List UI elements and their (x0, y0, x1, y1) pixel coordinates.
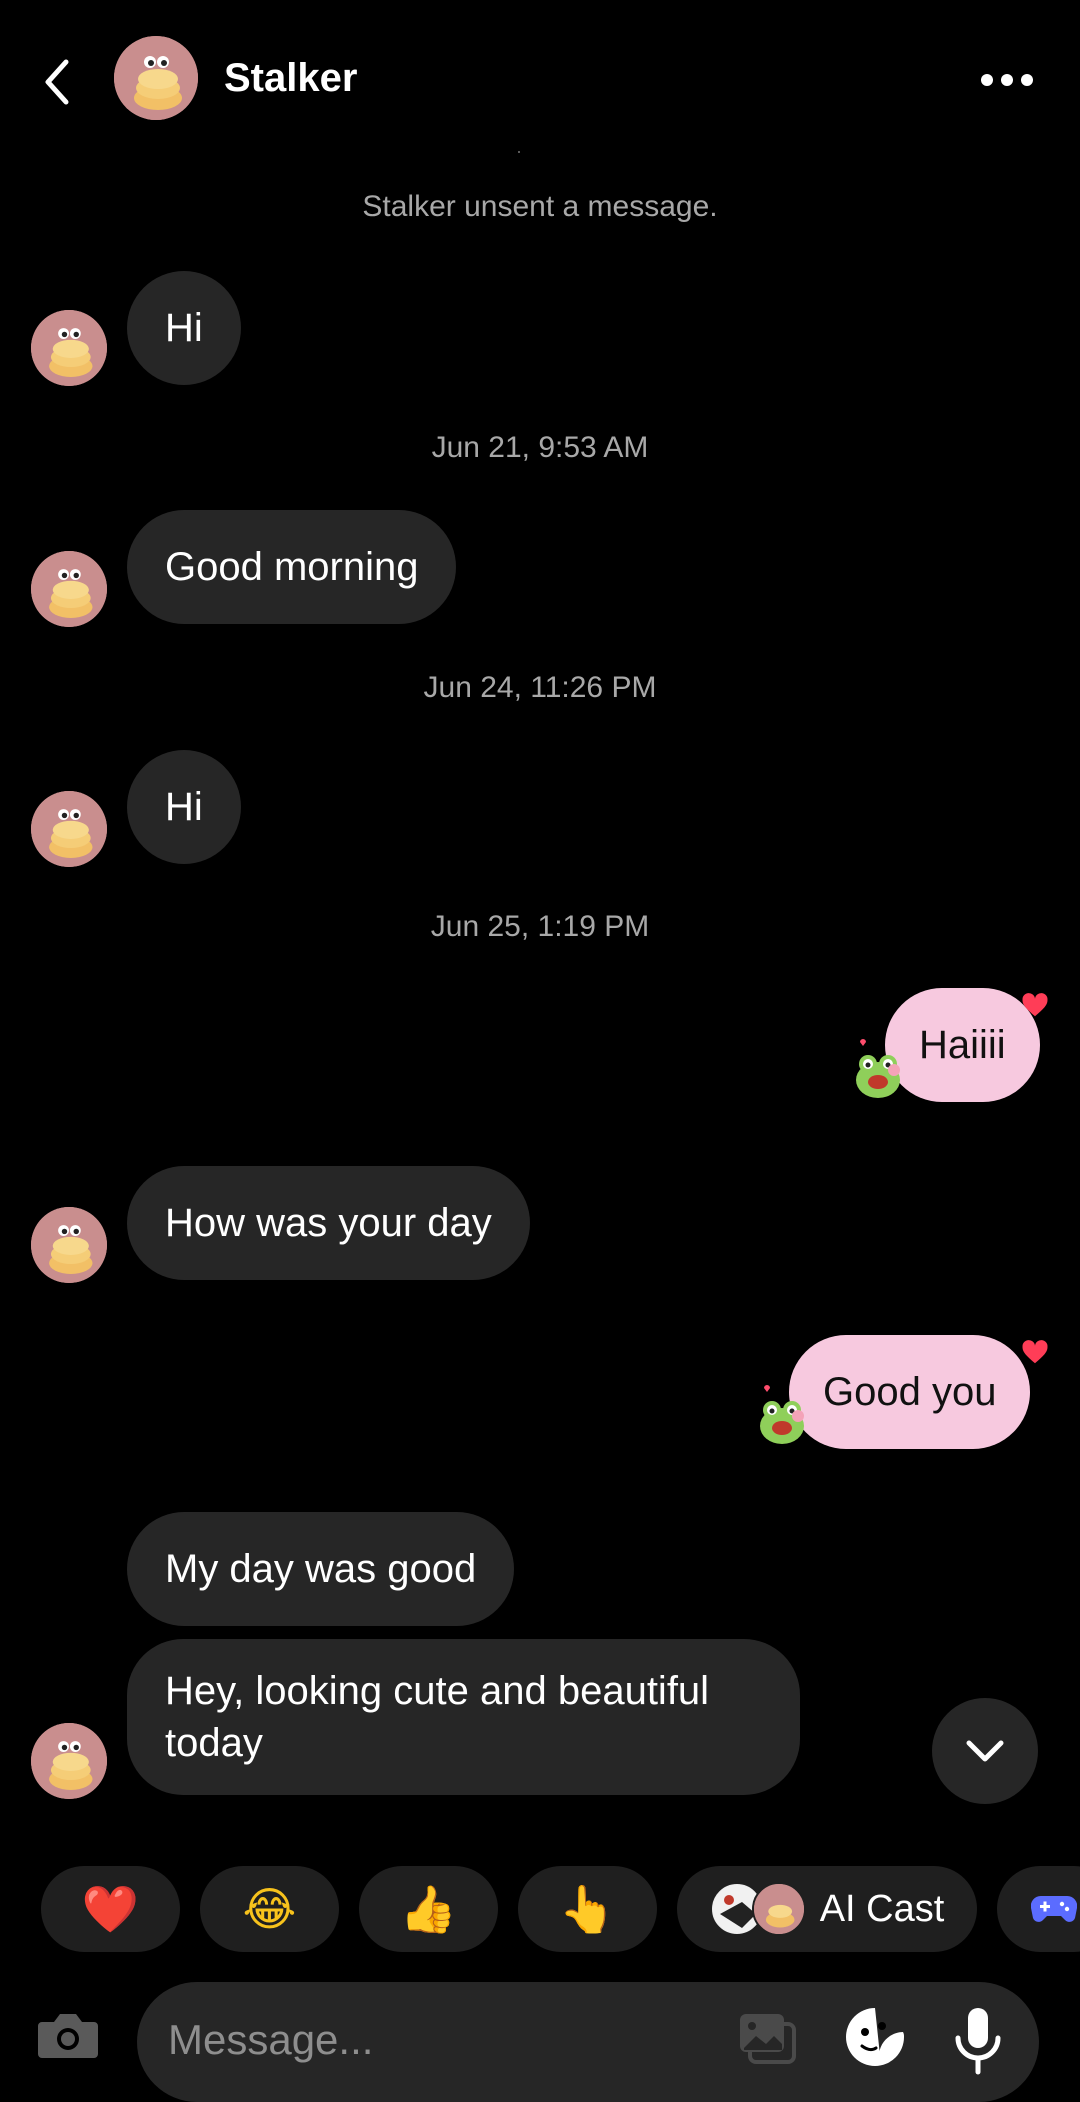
microphone-icon (955, 2008, 1001, 2075)
gallery-icon (740, 2014, 796, 2064)
games-button[interactable] (997, 1866, 1080, 1952)
game-controller-icon (1031, 1895, 1077, 1922)
pancake-avatar-icon (31, 791, 107, 867)
contact-name[interactable]: Stalker (224, 56, 357, 101)
message-bubble-incoming[interactable]: How was your day (127, 1166, 530, 1280)
message-bubble-incoming[interactable]: Hey, looking cute and beautiful today (127, 1639, 800, 1795)
gallery-button[interactable] (736, 2010, 800, 2070)
more-options-button[interactable] (972, 60, 1042, 100)
pancake-avatar-icon (31, 310, 107, 386)
sticker-button[interactable] (842, 2004, 908, 2070)
unsent-notice: Stalker unsent a message. (362, 190, 718, 223)
contact-avatar[interactable] (114, 36, 198, 120)
chevron-down-icon (966, 1740, 1004, 1762)
divider-dot (518, 151, 520, 153)
quick-reaction-thumbs-up[interactable]: 👍 (359, 1866, 498, 1952)
timestamp: Jun 25, 1:19 PM (430, 910, 650, 943)
ai-cast-button[interactable]: AI Cast (677, 1866, 977, 1952)
avatar[interactable] (31, 551, 107, 627)
sticker-icon (846, 2008, 904, 2066)
tears-of-joy-icon: 😂 (242, 1882, 297, 1936)
message-bubble-incoming[interactable]: Good morning (127, 510, 457, 624)
avatar[interactable] (31, 1723, 107, 1799)
timestamp: Jun 21, 9:53 AM (431, 431, 649, 464)
voice-message-button[interactable] (952, 2006, 1004, 2078)
pointing-up-icon: 👆 (558, 1882, 617, 1936)
frog-sticker-icon (754, 1382, 810, 1446)
heart-reaction-icon[interactable] (1020, 990, 1050, 1020)
message-bubble-incoming[interactable]: My day was good (127, 1512, 515, 1626)
quick-reaction-red-heart[interactable]: ❤️ (41, 1866, 180, 1952)
back-button[interactable] (32, 52, 82, 112)
more-horizontal-icon (981, 74, 1033, 86)
message-bubble-outgoing[interactable]: Good you (789, 1335, 1031, 1449)
message-bubble-incoming[interactable]: Hi (127, 750, 241, 864)
message-input[interactable]: Message... (168, 2016, 373, 2064)
scroll-to-latest-button[interactable] (932, 1698, 1038, 1804)
camera-button[interactable] (36, 2008, 112, 2080)
pancake-avatar-icon (31, 551, 107, 627)
avatar[interactable] (31, 1207, 107, 1283)
ai-avatar-2-icon (751, 1882, 806, 1936)
avatar[interactable] (31, 310, 107, 386)
frog-sticker-icon (850, 1036, 906, 1100)
pancake-avatar-icon (31, 1207, 107, 1283)
ai-cast-avatars (709, 1882, 806, 1936)
quick-reaction-pointing-up[interactable]: 👆 (518, 1866, 657, 1952)
pancake-avatar-icon (31, 1723, 107, 1799)
ai-cast-label: AI Cast (819, 1887, 945, 1930)
thumbs-up-icon: 👍 (399, 1882, 458, 1936)
avatar[interactable] (31, 791, 107, 867)
pancake-avatar-icon (114, 36, 198, 120)
message-bubble-incoming[interactable]: Hi (127, 271, 241, 385)
timestamp: Jun 24, 11:26 PM (423, 671, 657, 704)
chevron-left-icon (45, 59, 69, 105)
camera-icon (38, 2014, 98, 2058)
message-bubble-outgoing[interactable]: Haiiii (885, 988, 1040, 1102)
red-heart-icon: ❤️ (81, 1882, 140, 1936)
quick-reaction-tears-of-joy[interactable]: 😂 (200, 1866, 339, 1952)
heart-reaction-icon[interactable] (1020, 1337, 1050, 1367)
